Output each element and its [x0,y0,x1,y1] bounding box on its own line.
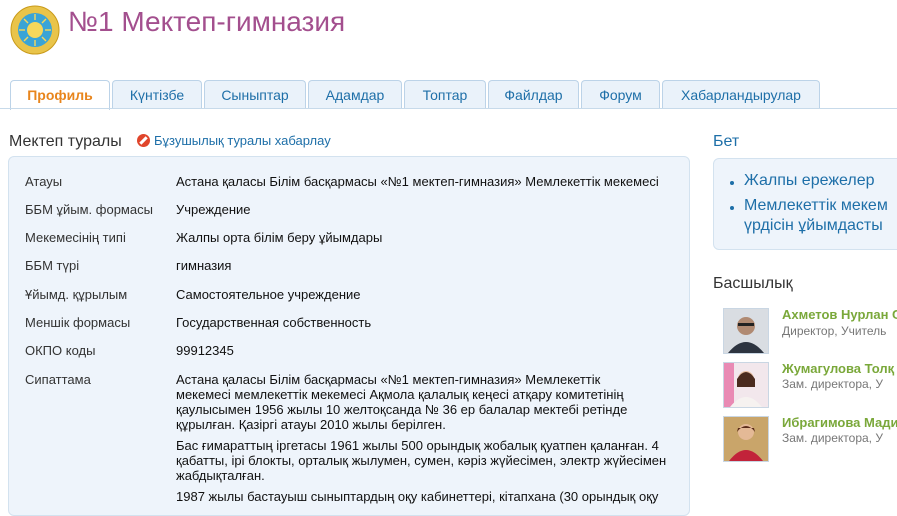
leadership-section-title: Басшылық [713,275,793,292]
page-link-state-institution[interactable]: Мемлекеттік мекем [744,196,888,216]
tab-groups[interactable]: Топтар [404,80,486,108]
row-value-org-form: Учреждение [176,202,251,217]
tab-announcements[interactable]: Хабарландырулар [662,80,820,108]
report-violation-link[interactable]: Бұзушылық туралы хабарлау [137,133,331,148]
bullet-icon [730,206,734,210]
leader-name-link[interactable]: Жумагулова Толқ [782,361,894,376]
school-emblem-logo [10,5,60,55]
row-value-structure: Самостоятельное учреждение [176,287,361,302]
row-label-school-kind: ББМ түрі [25,258,80,273]
row-value-okpo: 99912345 [176,343,234,358]
row-value-name: Астана қаласы Білім басқармасы «№1 мекте… [176,174,659,189]
tab-forum[interactable]: Форум [581,80,660,108]
description-paragraph: Бас ғимараттың іргетасы 1961 жылы 500 ор… [176,438,667,483]
description-text: Астана қаласы Білім басқармасы «№1 мекте… [176,372,676,510]
leader-role: Зам. директора, У [782,377,883,391]
row-label-org-form: ББМ ұйым. формасы [25,202,153,217]
leader-role: Зам. директора, У [782,431,883,445]
leader-role: Директор, Учитель [782,324,887,338]
bullet-icon [730,181,734,185]
no-entry-icon [137,134,150,147]
tab-classes[interactable]: Сыныптар [204,80,306,108]
row-value-institution-type: Жалпы орта білім беру ұйымдары [176,230,383,245]
tab-divider [0,108,897,109]
row-label-okpo: ОКПО коды [25,343,96,358]
tab-files[interactable]: Файлдар [488,80,579,108]
row-label-institution-type: Мекемесінің типі [25,230,126,245]
tab-people[interactable]: Адамдар [308,80,402,108]
page-link-general-rules[interactable]: Жалпы ережелер [744,171,875,191]
about-section-title: Мектеп туралы [9,133,122,150]
row-label-name: Атауы [25,174,63,189]
avatar[interactable] [723,308,769,354]
page-title: №1 Мектеп-гимназия [68,6,346,37]
row-label-structure: Ұйымд. құрылым [25,287,128,302]
avatar[interactable] [723,362,769,408]
row-label-description: Сипаттама [25,372,91,387]
tab-calendar[interactable]: Күнтізбе [112,80,202,108]
leader-name-link[interactable]: Ахметов Нурлан С [782,307,897,322]
page-section-title: Бет [713,133,740,150]
report-violation-label: Бұзушылық туралы хабарлау [154,133,331,148]
row-label-ownership: Меншік формасы [25,315,131,330]
description-paragraph: Астана қаласы Білім басқармасы «№1 мекте… [176,372,628,432]
description-paragraph: 1987 жылы бастауыш сыныптардың оқу кабин… [176,489,659,504]
row-value-ownership: Государственная собственность [176,315,372,330]
row-value-school-kind: гимназия [176,258,232,273]
leader-name-link[interactable]: Ибрагимова Мади [782,415,897,430]
avatar[interactable] [723,416,769,462]
tab-bar: Профиль Күнтізбе Сыныптар Адамдар Топтар… [0,80,897,110]
tab-profile[interactable]: Профиль [10,80,110,110]
page-link-state-institution-cont[interactable]: үрдісін ұйымдасты [744,216,883,236]
